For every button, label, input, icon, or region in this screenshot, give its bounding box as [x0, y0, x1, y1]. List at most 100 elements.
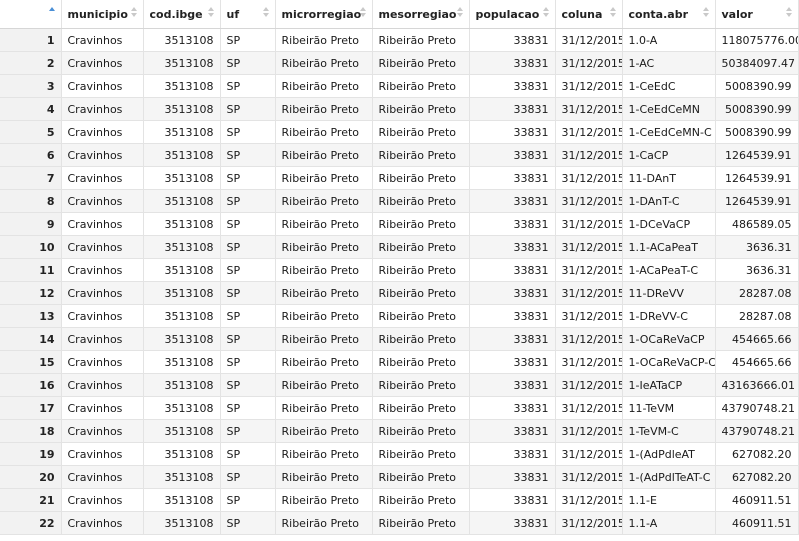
table-row[interactable]: 8 Cravinhos 3513108 SP Ribeirão Preto Ribeirã…: [0, 189, 799, 213]
cell-coluna: 31/12/2015: [555, 488, 623, 512]
table-row[interactable]: 13 Cravinhos 3513108 SP Ribeirão Preto Ribeir…: [0, 304, 799, 328]
cell-valor: 50384097.47: [715, 51, 799, 75]
cell-uf: SP: [220, 304, 276, 328]
cell-mesorregiao: Ribeirão Preto: [372, 212, 470, 236]
cell-valor: 5008390.99: [715, 120, 799, 144]
cell-uf: SP: [220, 465, 276, 489]
table-row[interactable]: 11 Cravinhos 3513108 SP Ribeirão Preto Ribeir…: [0, 258, 799, 282]
cell-coluna: 31/12/2015: [555, 373, 623, 397]
cell-municipio: Cravinhos: [61, 373, 144, 397]
table-row[interactable]: 10 Cravinhos 3513108 SP Ribeirão Preto Ribeir…: [0, 235, 799, 259]
column-header-cod-ibge[interactable]: cod.ibge: [143, 0, 221, 29]
column-header-conta-abr[interactable]: conta.abr: [622, 0, 716, 29]
cell-populacao: 33831: [469, 235, 556, 259]
table-row[interactable]: 18 Cravinhos 3513108 SP Ribeirão Preto Ribeir…: [0, 419, 799, 443]
column-header-coluna[interactable]: coluna: [555, 0, 623, 29]
table-row[interactable]: 4 Cravinhos 3513108 SP Ribeirão Preto Ribeirã…: [0, 97, 799, 121]
sort-icon: [262, 7, 269, 19]
table-row[interactable]: 3 Cravinhos 3513108 SP Ribeirão Preto Ribeirã…: [0, 74, 799, 98]
cell-cod-ibge: 3513108: [143, 28, 221, 52]
column-header-label: coluna: [561, 7, 603, 21]
cell-coluna: 31/12/2015: [555, 28, 623, 52]
table-row[interactable]: 1 Cravinhos 3513108 SP Ribeirão Preto Ribeirã…: [0, 28, 799, 52]
cell-valor: 460911.51: [715, 488, 799, 512]
cell-coluna: 31/12/2015: [555, 419, 623, 443]
sort-icon: [542, 7, 549, 19]
cell-populacao: 33831: [469, 511, 556, 535]
cell-conta-abr: 1.0-A: [622, 28, 716, 52]
row-number-cell: 17: [0, 396, 62, 420]
table-row[interactable]: 14 Cravinhos 3513108 SP Ribeirão Preto Ribeir…: [0, 327, 799, 351]
cell-mesorregiao: Ribeirão Preto: [372, 419, 470, 443]
cell-mesorregiao: Ribeirão Preto: [372, 511, 470, 535]
cell-cod-ibge: 3513108: [143, 51, 221, 75]
cell-cod-ibge: 3513108: [143, 258, 221, 282]
table-row[interactable]: 16 Cravinhos 3513108 SP Ribeirão Preto Ribeir…: [0, 373, 799, 397]
table-row[interactable]: 6 Cravinhos 3513108 SP Ribeirão Preto Ribeirã…: [0, 143, 799, 167]
cell-uf: SP: [220, 258, 276, 282]
cell-microrregiao: Ribeirão Preto: [275, 258, 373, 282]
cell-conta-abr: 1-DReVV-C: [622, 304, 716, 328]
cell-mesorregiao: Ribeirão Preto: [372, 51, 470, 75]
cell-uf: SP: [220, 51, 276, 75]
table-row[interactable]: 22 Cravinhos 3513108 SP Ribeirão Preto Ribeir…: [0, 511, 799, 535]
cell-uf: SP: [220, 212, 276, 236]
cell-uf: SP: [220, 511, 276, 535]
cell-microrregiao: Ribeirão Preto: [275, 189, 373, 213]
cell-conta-abr: 1.1-A: [622, 511, 716, 535]
cell-municipio: Cravinhos: [61, 465, 144, 489]
cell-uf: SP: [220, 97, 276, 121]
row-number-cell: 18: [0, 419, 62, 443]
column-header-label: cod.ibge: [149, 7, 203, 21]
cell-coluna: 31/12/2015: [555, 97, 623, 121]
cell-valor: 627082.20: [715, 442, 799, 466]
cell-populacao: 33831: [469, 28, 556, 52]
cell-populacao: 33831: [469, 465, 556, 489]
cell-populacao: 33831: [469, 74, 556, 98]
column-header-row-index[interactable]: [0, 0, 62, 29]
cell-uf: SP: [220, 189, 276, 213]
table-row[interactable]: 5 Cravinhos 3513108 SP Ribeirão Preto Ribeirã…: [0, 120, 799, 144]
table-row[interactable]: 20 Cravinhos 3513108 SP Ribeirão Preto Ribeir…: [0, 465, 799, 489]
cell-cod-ibge: 3513108: [143, 97, 221, 121]
table-row[interactable]: 2 Cravinhos 3513108 SP Ribeirão Preto Ribeirã…: [0, 51, 799, 75]
row-number-cell: 19: [0, 442, 62, 466]
cell-coluna: 31/12/2015: [555, 189, 623, 213]
cell-municipio: Cravinhos: [61, 51, 144, 75]
row-number-cell: 7: [0, 166, 62, 190]
column-header-mesorregiao[interactable]: mesorregiao: [372, 0, 470, 29]
cell-conta-abr: 1-CeEdCeMN-C: [622, 120, 716, 144]
cell-populacao: 33831: [469, 143, 556, 167]
cell-coluna: 31/12/2015: [555, 51, 623, 75]
table-row[interactable]: 12 Cravinhos 3513108 SP Ribeirão Preto Ribeir…: [0, 281, 799, 305]
column-header-microrregiao[interactable]: microrregiao: [275, 0, 373, 29]
cell-cod-ibge: 3513108: [143, 143, 221, 167]
table-row[interactable]: 21 Cravinhos 3513108 SP Ribeirão Preto Ribeir…: [0, 488, 799, 512]
cell-cod-ibge: 3513108: [143, 350, 221, 374]
cell-microrregiao: Ribeirão Preto: [275, 74, 373, 98]
column-header-municipio[interactable]: municipio: [61, 0, 144, 29]
column-header-valor[interactable]: valor: [715, 0, 799, 29]
table-row[interactable]: 19 Cravinhos 3513108 SP Ribeirão Preto Ribeir…: [0, 442, 799, 466]
cell-conta-abr: 1-IeATaCP: [622, 373, 716, 397]
cell-coluna: 31/12/2015: [555, 212, 623, 236]
row-number-cell: 6: [0, 143, 62, 167]
table-row[interactable]: 15 Cravinhos 3513108 SP Ribeirão Preto Ribeir…: [0, 350, 799, 374]
column-header-uf[interactable]: uf: [220, 0, 276, 29]
table-row[interactable]: 7 Cravinhos 3513108 SP Ribeirão Preto Ribeirã…: [0, 166, 799, 190]
row-number-cell: 16: [0, 373, 62, 397]
cell-coluna: 31/12/2015: [555, 281, 623, 305]
cell-mesorregiao: Ribeirão Preto: [372, 488, 470, 512]
row-number-cell: 1: [0, 28, 62, 52]
cell-conta-abr: 1-CeEdCeMN: [622, 97, 716, 121]
cell-conta-abr: 11-DAnT: [622, 166, 716, 190]
cell-municipio: Cravinhos: [61, 396, 144, 420]
column-header-label: uf: [226, 7, 240, 21]
column-header-populacao[interactable]: populacao: [469, 0, 556, 29]
cell-conta-abr: 1-(AdPdlTeAT-C: [622, 465, 716, 489]
cell-populacao: 33831: [469, 327, 556, 351]
table-row[interactable]: 17 Cravinhos 3513108 SP Ribeirão Preto Ribeir…: [0, 396, 799, 420]
cell-uf: SP: [220, 235, 276, 259]
cell-mesorregiao: Ribeirão Preto: [372, 143, 470, 167]
table-row[interactable]: 9 Cravinhos 3513108 SP Ribeirão Preto Ribeirã…: [0, 212, 799, 236]
